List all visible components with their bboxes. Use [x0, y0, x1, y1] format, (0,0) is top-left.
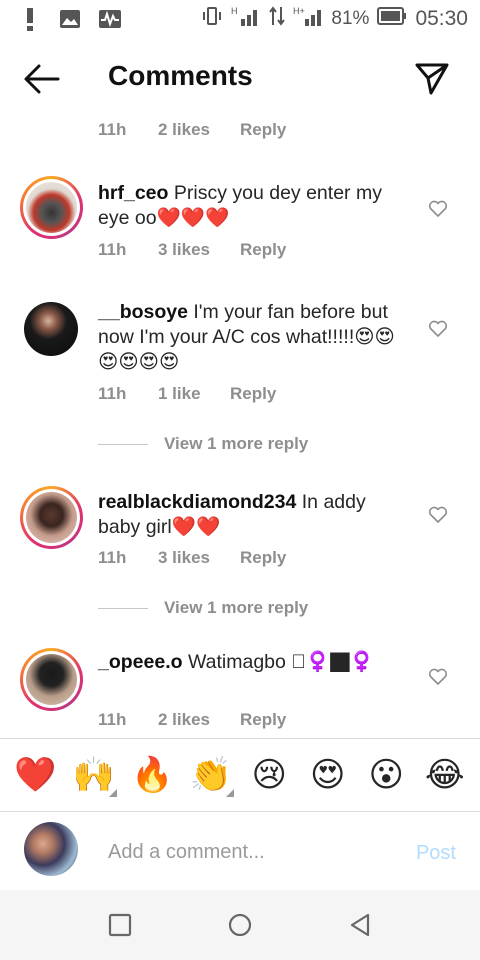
- comment-body: realblackdiamond234 In addy baby girl❤️❤…: [98, 490, 408, 540]
- comment-likes[interactable]: 3 likes: [158, 240, 240, 260]
- emoji-heart-eyes[interactable]: 😍: [303, 755, 353, 795]
- post-button[interactable]: Post: [416, 842, 456, 865]
- comment-meta: 11h 3 likes Reply: [98, 240, 286, 260]
- comment-time: 11h: [98, 384, 127, 403]
- status-bar: H H+ 81% 05:30: [0, 0, 480, 38]
- emoji-laughing[interactable]: 😂: [420, 755, 470, 795]
- view-more-label: View 1 more reply: [164, 598, 309, 617]
- reply-button[interactable]: Reply: [240, 548, 286, 568]
- avatar[interactable]: [20, 486, 83, 549]
- comment-time: 11h: [98, 710, 127, 729]
- back-button[interactable]: [22, 62, 62, 96]
- comment-body: _opeee.o Watimagbo 🏿‍♀️🏿‍♀️: [98, 650, 408, 675]
- like-heart-icon[interactable]: [428, 668, 448, 686]
- recents-icon[interactable]: [107, 912, 133, 938]
- comment-username[interactable]: hrf_ceo: [98, 182, 168, 204]
- like-heart-icon[interactable]: [428, 320, 448, 338]
- comment-likes[interactable]: 2 likes: [158, 710, 240, 730]
- comment-time: 11h: [98, 120, 127, 139]
- view-more-label: View 1 more reply: [164, 434, 309, 453]
- comment-username[interactable]: __bosoye: [98, 301, 188, 323]
- comment-likes[interactable]: 1 like: [158, 384, 230, 404]
- activity-icon: [98, 7, 122, 31]
- emoji-crying[interactable]: 😢: [244, 755, 294, 795]
- back-arrow-icon: [24, 64, 60, 94]
- view-more-replies[interactable]: View 1 more reply: [98, 434, 308, 454]
- reply-button[interactable]: Reply: [230, 384, 276, 404]
- svg-text:H+: H+: [293, 6, 305, 16]
- divider: [98, 443, 148, 445]
- clock: 05:30: [415, 7, 468, 30]
- comment-meta: 11h 3 likes Reply: [98, 548, 286, 568]
- divider: [98, 607, 148, 609]
- comment-likes[interactable]: 2 likes: [158, 120, 240, 140]
- avatar[interactable]: [20, 176, 83, 239]
- skin-tone-indicator-icon: [225, 789, 234, 797]
- comment-meta: 11h 1 like Reply: [98, 384, 276, 404]
- emoji-heart[interactable]: ❤️: [10, 755, 60, 795]
- view-more-replies[interactable]: View 1 more reply: [98, 598, 308, 618]
- comment-time: 11h: [98, 240, 127, 259]
- share-button[interactable]: [414, 60, 450, 96]
- like-heart-icon[interactable]: [428, 200, 448, 218]
- signal-icon-1: H: [231, 5, 261, 33]
- comment-username[interactable]: realblackdiamond234: [98, 491, 296, 513]
- home-icon[interactable]: [227, 912, 253, 938]
- emoji-quick-bar: ❤️ 🙌 🔥 👏 😢 😍 😮 😂: [0, 738, 480, 812]
- skin-tone-indicator-icon: [108, 789, 117, 797]
- comment-username[interactable]: _opeee.o: [98, 651, 183, 673]
- header: Comments: [0, 38, 480, 118]
- svg-text:H: H: [231, 6, 238, 16]
- comment-body: hrf_ceo Priscy you dey enter my eye oo❤️…: [98, 181, 408, 231]
- emoji-raised-hands[interactable]: 🙌: [69, 755, 119, 797]
- system-nav-bar: [0, 890, 480, 960]
- emoji-clap[interactable]: 👏: [186, 755, 236, 797]
- current-user-avatar: [24, 822, 78, 876]
- comment-likes[interactable]: 3 likes: [158, 548, 240, 568]
- comment-text: Watimagbo 🏿‍♀️🏿‍♀️: [182, 651, 374, 673]
- page-title: Comments: [108, 60, 253, 91]
- battery-percent: 81%: [331, 8, 370, 29]
- emoji-fire[interactable]: 🔥: [127, 755, 177, 795]
- reply-button[interactable]: Reply: [240, 240, 286, 260]
- emoji-surprised[interactable]: 😮: [361, 755, 411, 795]
- back-nav-icon[interactable]: [347, 912, 373, 938]
- comment-time: 11h: [98, 548, 127, 567]
- avatar[interactable]: [24, 302, 78, 356]
- reply-button[interactable]: Reply: [240, 710, 286, 730]
- comment-meta: 11h 2 likes Reply: [98, 120, 286, 140]
- comment-input[interactable]: [108, 837, 398, 867]
- comments-list: 11h 2 likes Reply hrf_ceo Priscy you dey…: [0, 110, 480, 738]
- add-comment-bar: Post: [0, 812, 480, 890]
- signal-icon-2: H+: [293, 5, 323, 33]
- avatar[interactable]: [20, 648, 83, 711]
- comment-meta: 11h 2 likes Reply: [98, 710, 286, 730]
- alert-icon: [18, 7, 42, 31]
- battery-icon: [377, 7, 407, 31]
- image-icon: [58, 7, 82, 31]
- like-heart-icon[interactable]: [428, 506, 448, 524]
- send-icon: [415, 63, 449, 95]
- reply-button[interactable]: Reply: [240, 120, 286, 140]
- data-transfer-icon: [269, 5, 286, 33]
- vibrate-icon: [201, 5, 223, 33]
- comment-body: __bosoye I'm your fan before but now I'm…: [98, 300, 408, 375]
